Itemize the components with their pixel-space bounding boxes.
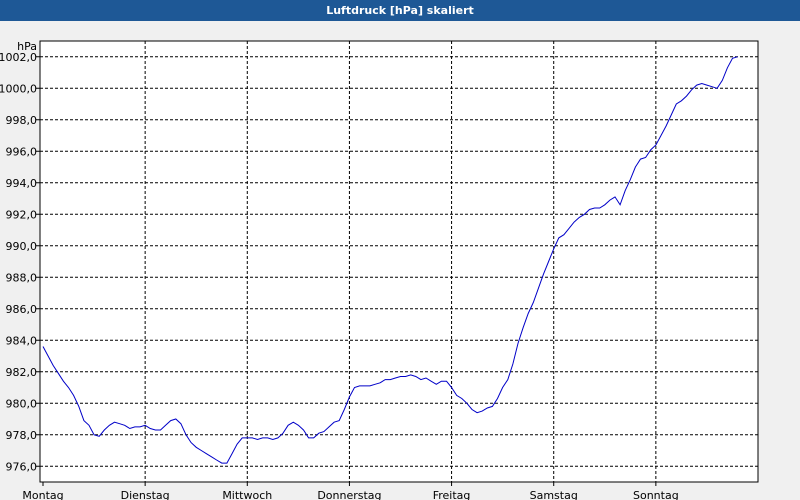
- y-tick-label: 976,0: [6, 460, 38, 473]
- y-tick-label: 984,0: [6, 334, 38, 347]
- y-tick-label: 990,0: [6, 240, 38, 253]
- plot-area: [39, 40, 759, 483]
- y-tick-label: 992,0: [6, 208, 38, 221]
- y-tick-label: 994,0: [6, 177, 38, 190]
- pressure-chart: hPa 976,0978,0980,0982,0984,0986,0988,09…: [0, 40, 759, 500]
- y-tick-label: 996,0: [6, 145, 38, 158]
- x-tick-day: Montag: [22, 489, 63, 500]
- x-tick-day: Dienstag: [121, 489, 170, 500]
- chart-window: Luftdruck [hPa] skaliert hPa 976,0 978,0 9…: [0, 0, 800, 500]
- x-tick-day: Sonntag: [633, 489, 679, 500]
- y-tick-labels: 976,0 978,0 980,0 982,0 984,0 986,0 988,0 990,0…: [0, 51, 37, 474]
- x-tick-labels: Montag13.06.16Dienstag14.06.16Mittwoch15…: [22, 489, 679, 500]
- y-tick-label: 1002,0: [0, 51, 37, 64]
- y-tick-label: 998,0: [6, 114, 38, 127]
- window-title: Luftdruck [hPa] skaliert: [0, 0, 800, 21]
- y-tick-label: 988,0: [6, 271, 38, 284]
- y-tick-label: 982,0: [6, 366, 38, 379]
- y-tick-label: 978,0: [6, 429, 38, 442]
- x-tick-day: Freitag: [433, 489, 471, 500]
- x-tick-day: Mittwoch: [222, 489, 272, 500]
- x-tick-day: Donnerstag: [317, 489, 381, 500]
- y-tick-label: 986,0: [6, 303, 38, 316]
- y-tick-label: 980,0: [6, 397, 38, 410]
- x-tick-day: Samstag: [530, 489, 578, 500]
- y-tick-label: 1000,0: [0, 82, 37, 95]
